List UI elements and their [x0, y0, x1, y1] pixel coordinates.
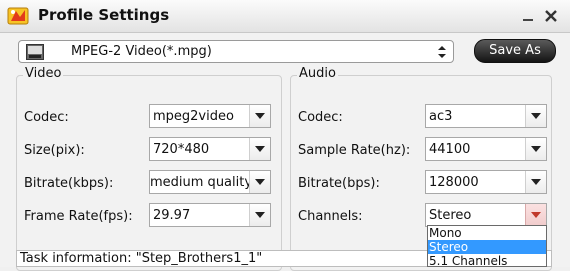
format-value: MPEG-2 Video(*.mpg) [71, 44, 212, 59]
audio-samplerate-value: 44100 [429, 142, 471, 157]
channels-option-stereo[interactable]: Stereo [428, 240, 546, 254]
video-size-value: 720*480 [153, 142, 210, 157]
chevron-down-icon[interactable] [249, 171, 270, 193]
audio-group-title: Audio [297, 66, 338, 81]
audio-samplerate-label: Sample Rate(hz): [298, 143, 411, 158]
video-codec-select[interactable]: mpeg2video [149, 104, 271, 128]
audio-channels-select[interactable]: Stereo [425, 203, 547, 227]
chevron-down-icon[interactable] [249, 204, 270, 226]
audio-bitrate-label: Bitrate(bps): [298, 176, 380, 191]
chevron-down-icon[interactable] [525, 105, 546, 127]
video-bitrate-select[interactable]: medium quality [149, 170, 271, 194]
app-logo-icon [7, 7, 29, 25]
audio-bitrate-value: 128000 [429, 175, 479, 190]
video-size-label: Size(pix): [24, 143, 85, 158]
video-group-title: Video [23, 66, 64, 81]
up-down-arrows-icon [438, 46, 446, 58]
audio-channels-label: Channels: [298, 209, 363, 224]
video-framerate-select[interactable]: 29.97 [149, 203, 271, 227]
video-size-select[interactable]: 720*480 [149, 137, 271, 161]
close-icon[interactable] [543, 8, 559, 24]
video-codec-label: Codec: [24, 110, 69, 125]
minimize-icon[interactable] [520, 8, 536, 24]
channels-option-mono[interactable]: Mono [428, 226, 546, 240]
task-information-text: Task information: "Step_Brothers1_1" [20, 251, 263, 266]
video-framerate-label: Frame Rate(fps): [24, 209, 133, 224]
video-bitrate-label: Bitrate(kbps): [24, 176, 114, 191]
mpg-file-icon [26, 44, 44, 60]
video-framerate-value: 29.97 [153, 208, 191, 223]
audio-bitrate-select[interactable]: 128000 [425, 170, 547, 194]
channels-dropdown-list[interactable]: Mono Stereo 5.1 Channels [427, 225, 547, 268]
chevron-down-icon[interactable] [525, 138, 546, 160]
title-bar: Profile Settings [0, 0, 570, 33]
audio-codec-label: Codec: [298, 110, 343, 125]
format-select[interactable]: MPEG-2 Video(*.mpg) [18, 40, 454, 63]
video-bitrate-value: medium quality [150, 175, 253, 190]
audio-channels-value: Stereo [429, 208, 472, 223]
chevron-down-icon[interactable] [249, 105, 270, 127]
audio-codec-select[interactable]: ac3 [425, 104, 547, 128]
audio-codec-value: ac3 [429, 109, 453, 124]
channels-option-5-1[interactable]: 5.1 Channels [428, 254, 546, 268]
window-title: Profile Settings [38, 6, 170, 24]
chevron-down-icon[interactable] [525, 204, 546, 226]
video-codec-value: mpeg2video [153, 109, 234, 124]
chevron-down-icon[interactable] [525, 171, 546, 193]
save-as-button[interactable]: Save As [474, 39, 556, 63]
video-group: Video Codec: mpeg2video Size(pix): 720*4… [16, 66, 282, 271]
audio-samplerate-select[interactable]: 44100 [425, 137, 547, 161]
chevron-down-icon[interactable] [249, 138, 270, 160]
